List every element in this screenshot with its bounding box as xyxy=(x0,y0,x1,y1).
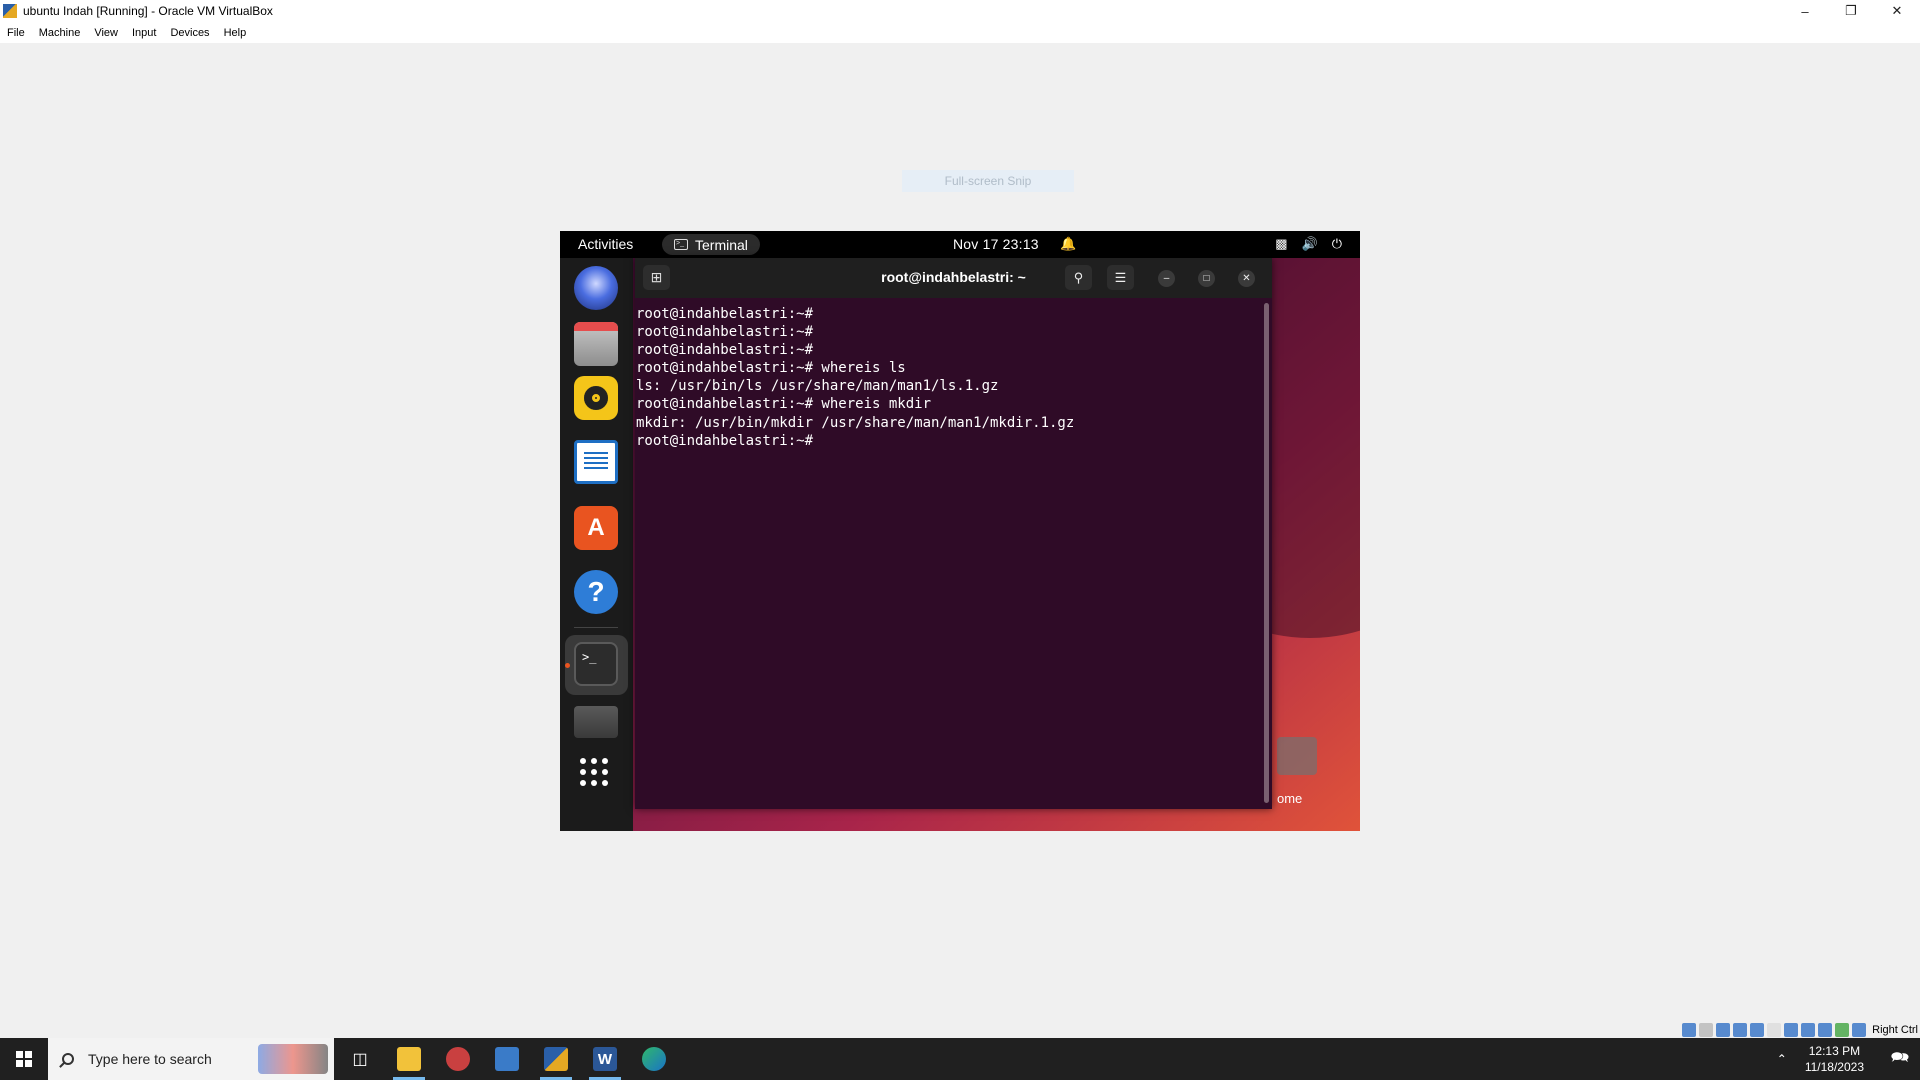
terminal-line: root@indahbelastri:~# whereis mkdir xyxy=(636,396,932,413)
power-icon: ⏻ xyxy=(1331,236,1342,251)
chevron-up-icon[interactable]: ⌃ xyxy=(1777,1052,1787,1066)
search-highlight-image xyxy=(258,1044,328,1074)
home-folder-icon[interactable] xyxy=(1277,737,1317,775)
windows-logo-icon xyxy=(15,1051,32,1067)
terminal-small-icon: >_ xyxy=(674,239,688,250)
app-icon[interactable] xyxy=(434,1038,482,1080)
help-icon[interactable]: ? xyxy=(574,570,618,614)
show-apps-icon[interactable] xyxy=(580,758,612,790)
terminal-line: root@indahbelastri:~# whereis ls xyxy=(636,360,906,377)
menu-machine[interactable]: Machine xyxy=(39,27,81,39)
menu-input[interactable]: Input xyxy=(132,27,156,39)
taskbar-search-box[interactable]: Type here to search xyxy=(48,1038,334,1080)
terminal-title: root@indahbelastri: ~ xyxy=(881,269,1026,285)
network-icon: ▩ xyxy=(1275,236,1288,251)
terminal-line: root@indahbelastri:~# xyxy=(636,306,814,322)
window-controls: – ❐ ✕ xyxy=(1782,0,1920,22)
activities-button[interactable]: Activities xyxy=(578,236,633,252)
hamburger-menu-button[interactable]: ☰ xyxy=(1107,265,1134,290)
drive-icon[interactable] xyxy=(574,706,618,738)
terminal-scrollbar[interactable] xyxy=(1264,303,1269,803)
terminal-icon[interactable]: >_ xyxy=(574,642,618,686)
terminal-output[interactable]: root@indahbelastri:~# root@indahbelastri:… xyxy=(635,298,1272,809)
terminal-header-bar: ⊞ root@indahbelastri: ~ ⚲ ☰ – □ ✕ xyxy=(635,258,1272,298)
mouse-integration-icon[interactable] xyxy=(1852,1023,1867,1037)
terminal-line: root@indahbelastri:~# xyxy=(636,432,814,449)
terminal-minimize-button[interactable]: – xyxy=(1158,270,1175,287)
close-button[interactable]: ✕ xyxy=(1874,0,1920,22)
menu-devices[interactable]: Devices xyxy=(170,27,209,39)
taskbar-time: 12:13 PM xyxy=(1808,1044,1861,1058)
dock-separator xyxy=(574,627,618,628)
search-button[interactable]: ⚲ xyxy=(1065,265,1092,290)
menu-file[interactable]: File xyxy=(7,27,25,39)
terminal-window[interactable]: ⊞ root@indahbelastri: ~ ⚲ ☰ – □ ✕ root@i… xyxy=(635,258,1272,809)
app-menu-terminal[interactable]: >_ Terminal xyxy=(662,234,760,255)
vbox-title-bar: ubuntu Indah [Running] - Oracle VM Virtu… xyxy=(0,0,1920,22)
virtualbox-icon[interactable] xyxy=(483,1038,531,1080)
vbox-window-title: ubuntu Indah [Running] - Oracle VM Virtu… xyxy=(23,4,273,18)
taskbar-clock[interactable]: 12:13 PM 11/18/2023 xyxy=(1805,1043,1864,1075)
terminal-line: mkdir: /usr/bin/mkdir /usr/share/man/man… xyxy=(636,414,1075,431)
app-center-icon[interactable]: A xyxy=(574,506,618,550)
edge-icon[interactable] xyxy=(630,1038,678,1080)
virtualbox-vm-icon[interactable] xyxy=(532,1038,580,1080)
audio-icon[interactable] xyxy=(1716,1023,1731,1037)
start-button[interactable] xyxy=(0,1038,47,1080)
vbox-menu-bar: File Machine View Input Devices Help xyxy=(0,22,1920,43)
rhythmbox-icon[interactable] xyxy=(574,376,618,420)
files-icon[interactable] xyxy=(574,322,618,366)
system-tray[interactable]: ▩ 🔊 ⏻ xyxy=(1275,236,1342,252)
snip-hint: Full-screen Snip xyxy=(902,170,1074,192)
notification-area: ⌃ 12:13 PM 11/18/2023 🗪 xyxy=(1777,1038,1920,1080)
display-icon[interactable] xyxy=(1784,1023,1799,1037)
windows-taskbar: Type here to search ◫ W ⌃ 12:13 PM 11/18… xyxy=(0,1038,1920,1080)
vbox-status-bar: Right Ctrl xyxy=(1682,1022,1918,1038)
host-key-label: Right Ctrl xyxy=(1872,1024,1918,1036)
gnome-top-bar: Activities >_ Terminal Nov 17 23:13 🔔 ▩ … xyxy=(560,231,1360,258)
search-icon xyxy=(62,1053,74,1065)
optical-drive-icon[interactable] xyxy=(1699,1023,1714,1037)
date-time[interactable]: Nov 17 23:13 xyxy=(953,236,1039,252)
search-placeholder: Type here to search xyxy=(88,1051,212,1067)
thunderbird-icon[interactable] xyxy=(574,266,618,310)
ubuntu-dock: A ? >_ xyxy=(560,258,633,831)
terminal-maximize-button[interactable]: □ xyxy=(1198,270,1215,287)
bell-icon[interactable]: 🔔 xyxy=(1060,236,1076,252)
terminal-line: root@indahbelastri:~# xyxy=(636,324,814,341)
minimize-button[interactable]: – xyxy=(1782,0,1828,22)
restore-button[interactable]: ❐ xyxy=(1828,0,1874,22)
file-explorer-icon[interactable] xyxy=(385,1038,433,1080)
menu-help[interactable]: Help xyxy=(224,27,247,39)
video-capture-icon[interactable] xyxy=(1801,1023,1816,1037)
word-icon[interactable]: W xyxy=(581,1038,629,1080)
terminal-line: root@indahbelastri:~# xyxy=(636,342,814,359)
shared-folders-icon[interactable] xyxy=(1767,1023,1782,1037)
app-menu-label: Terminal xyxy=(695,236,748,253)
network-status-icon[interactable] xyxy=(1733,1023,1748,1037)
guest-screen[interactable]: Activities >_ Terminal Nov 17 23:13 🔔 ▩ … xyxy=(560,231,1360,831)
home-folder-label: ome xyxy=(1277,791,1303,806)
volume-icon: 🔊 xyxy=(1301,236,1318,251)
menu-view[interactable]: View xyxy=(94,27,118,39)
virtualbox-app-icon xyxy=(3,4,17,18)
terminal-line: ls: /usr/bin/ls /usr/share/man/man1/ls.1… xyxy=(636,378,999,395)
task-view-icon[interactable]: ◫ xyxy=(336,1038,384,1080)
cpu-icon[interactable] xyxy=(1818,1023,1833,1037)
usb-icon[interactable] xyxy=(1750,1023,1765,1037)
action-center-icon[interactable]: 🗪 xyxy=(1880,1038,1920,1080)
terminal-close-button[interactable]: ✕ xyxy=(1238,270,1255,287)
running-indicator xyxy=(565,663,570,668)
guest-additions-icon[interactable] xyxy=(1835,1023,1850,1037)
hard-disk-icon[interactable] xyxy=(1682,1023,1697,1037)
taskbar-date: 11/18/2023 xyxy=(1804,1060,1864,1074)
libreoffice-writer-icon[interactable] xyxy=(574,440,618,484)
